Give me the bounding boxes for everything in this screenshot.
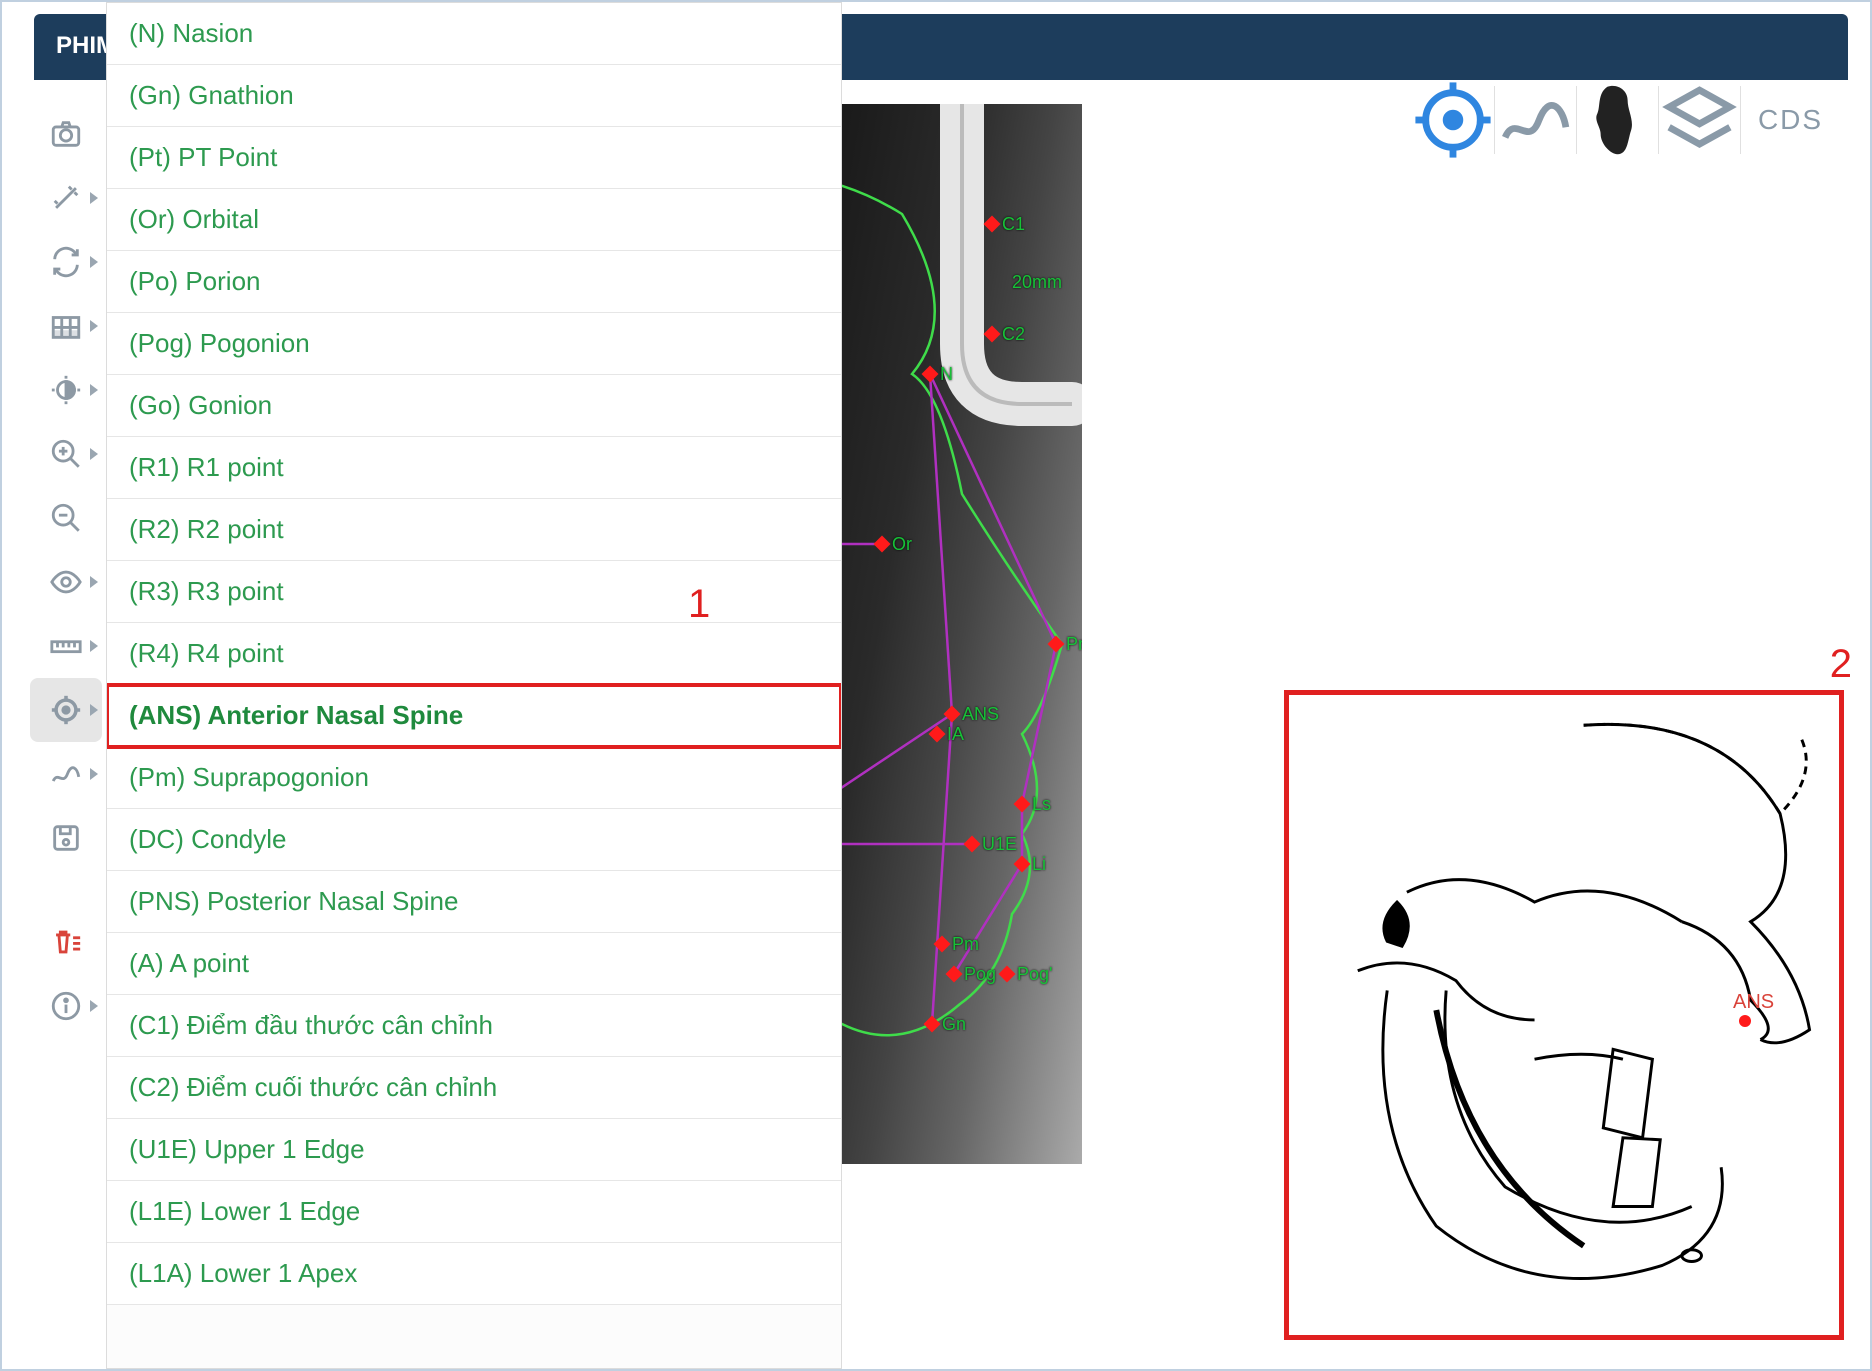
- landmark-item[interactable]: (U1E) Upper 1 Edge: [107, 1119, 841, 1181]
- ceph-label-Or: Or: [892, 534, 912, 555]
- submenu-indicator-icon: [90, 320, 98, 332]
- brightness-icon[interactable]: [30, 358, 102, 422]
- landmark-item[interactable]: (A) A point: [107, 933, 841, 995]
- callout-1: 1: [688, 582, 710, 627]
- ceph-label-C2: C2: [1002, 324, 1025, 345]
- info-icon[interactable]: [30, 974, 102, 1038]
- landmark-list[interactable]: (N) Nasion(Gn) Gnathion(Pt) PT Point(Or)…: [107, 3, 841, 1368]
- landmark-item[interactable]: (PNS) Posterior Nasal Spine: [107, 871, 841, 933]
- ceph-label-ANS: ANS: [962, 704, 999, 725]
- zoom-in-icon[interactable]: [30, 422, 102, 486]
- landmark-item[interactable]: (DC) Condyle: [107, 809, 841, 871]
- landmark-item[interactable]: (Pm) Suprapogonion: [107, 747, 841, 809]
- submenu-indicator-icon: [90, 1000, 98, 1012]
- ceph-label-Pm: Pm: [952, 934, 979, 955]
- landmark-item[interactable]: (ANS) Anterior Nasal Spine: [107, 685, 841, 747]
- landmark-item[interactable]: (L1A) Lower 1 Apex: [107, 1243, 841, 1305]
- ceph-label-N: N: [940, 364, 953, 385]
- landmark-item[interactable]: (Gn) Gnathion: [107, 65, 841, 127]
- rotate-icon[interactable]: [30, 230, 102, 294]
- grid-icon[interactable]: [30, 294, 102, 358]
- landmark-item[interactable]: (Pog) Pogonion: [107, 313, 841, 375]
- layers-icon[interactable]: [1658, 86, 1740, 154]
- submenu-indicator-icon: [90, 704, 98, 716]
- ceph-label-Pog': Pog': [1017, 964, 1052, 985]
- ceph-label-U1E: U1E: [982, 834, 1017, 855]
- sketch-ans-point: [1739, 1015, 1751, 1027]
- wand-icon[interactable]: [30, 166, 102, 230]
- landmark-item[interactable]: (C2) Điểm cuối thước cân chỉnh: [107, 1057, 841, 1119]
- ceph-label-Gn: Gn: [942, 1014, 966, 1035]
- eye-icon[interactable]: [30, 550, 102, 614]
- submenu-indicator-icon: [90, 576, 98, 588]
- submenu-indicator-icon: [90, 256, 98, 268]
- landmark-item[interactable]: (R1) R1 point: [107, 437, 841, 499]
- silhouette-icon[interactable]: [1576, 86, 1658, 154]
- scribble-tool-icon[interactable]: [30, 742, 102, 806]
- sketch-ans-label: ANS: [1733, 991, 1774, 1014]
- ceph-label-20mm: 20mm: [1012, 272, 1062, 293]
- landmark-dropdown: (N) Nasion(Gn) Gnathion(Pt) PT Point(Or)…: [106, 2, 842, 1369]
- landmark-item[interactable]: (N) Nasion: [107, 3, 841, 65]
- ceph-label-C1: C1: [1002, 214, 1025, 235]
- cds-button[interactable]: CDS: [1740, 86, 1840, 154]
- submenu-indicator-icon: [90, 640, 98, 652]
- submenu-indicator-icon: [90, 384, 98, 396]
- save-icon[interactable]: [30, 806, 102, 870]
- landmark-item[interactable]: (L1E) Lower 1 Edge: [107, 1181, 841, 1243]
- target-icon[interactable]: [1412, 86, 1494, 154]
- left-toolbar: [30, 102, 102, 1038]
- callout-2: 2: [1830, 642, 1852, 687]
- landmark-item[interactable]: (R4) R4 point: [107, 623, 841, 685]
- toolbar-spacer: [30, 870, 102, 910]
- ceph-label-Prn: Prn: [1066, 634, 1082, 655]
- submenu-indicator-icon: [90, 768, 98, 780]
- landmark-item[interactable]: (C1) Điểm đầu thước cân chỉnh: [107, 995, 841, 1057]
- landmark-item[interactable]: (Or) Orbital: [107, 189, 841, 251]
- zoom-out-icon[interactable]: [30, 486, 102, 550]
- landmark-item[interactable]: (Go) Gonion: [107, 375, 841, 437]
- delete-icon[interactable]: [30, 910, 102, 974]
- camera-icon[interactable]: [30, 102, 102, 166]
- ceph-label-Pog: Pog: [964, 964, 996, 985]
- landmark-item[interactable]: (R3) R3 point: [107, 561, 841, 623]
- target-tool-icon[interactable]: [30, 678, 102, 742]
- ceph-label-IA: IA: [947, 724, 964, 745]
- ceph-label-Li: Li: [1032, 854, 1046, 875]
- viewer-toolbar: CDS: [1412, 86, 1840, 154]
- xray-image: N Or ANS Prn Ls Li Pm Pog Pog' Gn C1 C2 20mm U1E IA: [842, 104, 1082, 1164]
- reference-sketch: ANS: [1284, 690, 1844, 1340]
- ceph-label-Ls: Ls: [1032, 794, 1051, 815]
- landmark-item[interactable]: (Pt) PT Point: [107, 127, 841, 189]
- landmark-item[interactable]: (Po) Porion: [107, 251, 841, 313]
- submenu-indicator-icon: [90, 192, 98, 204]
- landmark-item[interactable]: (R2) R2 point: [107, 499, 841, 561]
- ruler-icon[interactable]: [30, 614, 102, 678]
- scribble-icon[interactable]: [1494, 86, 1576, 154]
- submenu-indicator-icon: [90, 448, 98, 460]
